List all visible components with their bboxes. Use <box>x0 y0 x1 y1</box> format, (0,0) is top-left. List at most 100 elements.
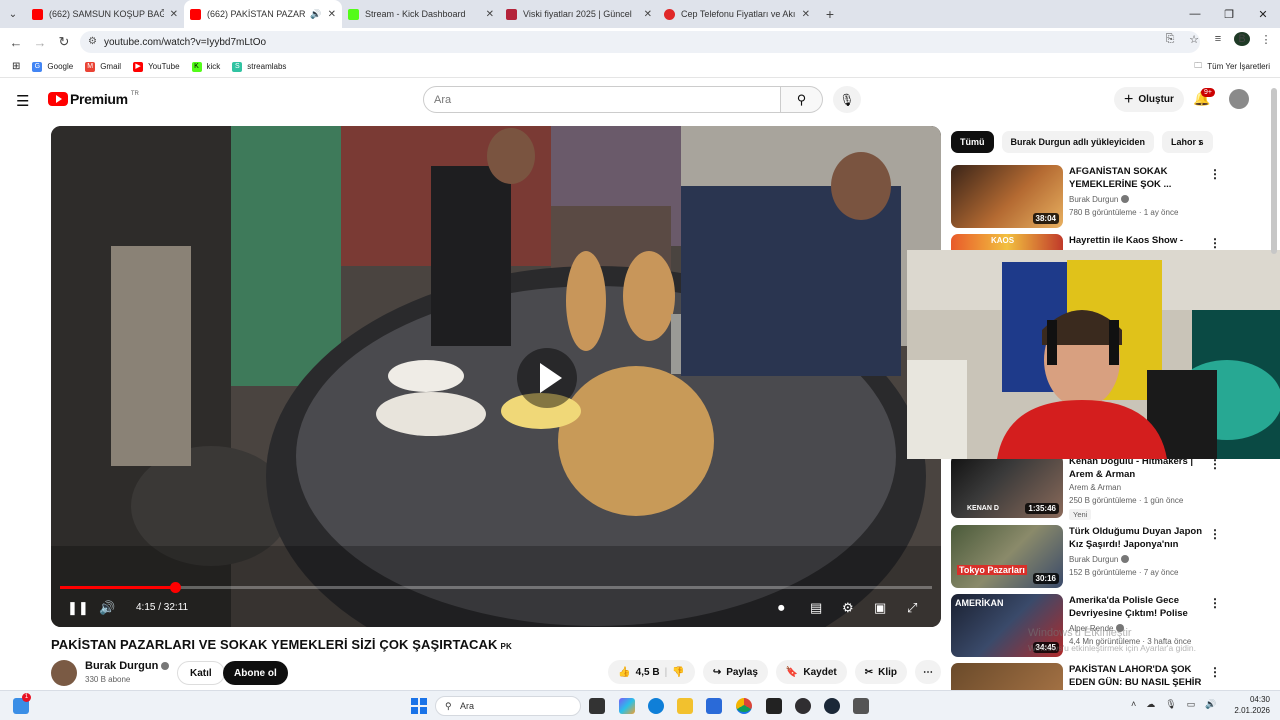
join-button[interactable]: Katıl <box>177 661 225 685</box>
create-button[interactable]: + Oluştur <box>1114 87 1184 112</box>
browser-menu-icon[interactable]: ⋮ <box>1258 33 1274 46</box>
task-view-icon[interactable] <box>589 698 605 714</box>
recommendation-item[interactable]: KENAN D 1:35:46 Kenan Doğulu - Hitmakers … <box>951 455 1271 520</box>
reload-icon[interactable]: ↻ <box>52 34 76 50</box>
video-thumbnail[interactable]: Tokyo Pazarları 30:16 <box>951 525 1063 588</box>
steam-icon[interactable] <box>824 698 840 714</box>
voice-search-button[interactable]: 🎙 <box>833 86 861 113</box>
taskbar-search[interactable]: ⚲ Ara <box>435 696 581 716</box>
chip-lahore[interactable]: Lahor s <box>1162 131 1213 153</box>
more-options-icon[interactable]: ⋮ <box>1209 236 1221 250</box>
video-thumbnail[interactable] <box>951 663 1063 690</box>
guide-menu-icon[interactable]: ☰ <box>16 92 29 110</box>
pause-icon[interactable]: ❚❚ <box>67 600 89 616</box>
channel-name[interactable]: Burak Durgun <box>85 660 170 672</box>
thumbs-down-icon[interactable]: 👎 <box>672 667 684 678</box>
store-icon[interactable] <box>706 698 722 714</box>
rec-title[interactable]: Türk Olduğumu Duyan Japon Kız Şaşırdı! J… <box>1069 525 1203 552</box>
windows-start-icon[interactable] <box>411 698 427 714</box>
video-thumbnail[interactable]: 38:04 <box>951 165 1063 228</box>
bookmark-youtube[interactable]: ▶ YouTube <box>133 61 180 72</box>
more-actions-button[interactable]: ⋯ <box>915 660 941 684</box>
rec-title[interactable]: PAKİSTAN LAHOR'DA ŞOK EDEN GÜN: BU NASIL… <box>1069 663 1203 690</box>
obs-icon[interactable] <box>795 698 811 714</box>
rec-title[interactable]: AFGANİSTAN SOKAK YEMEKLERİNE ŞOK ... <box>1069 165 1203 191</box>
autoplay-toggle-icon[interactable]: ⏺ <box>778 600 785 616</box>
progress-bar[interactable] <box>60 582 932 593</box>
rec-channel[interactable]: Burak Durgun <box>1069 555 1130 564</box>
clip-button[interactable]: ✂ Klip <box>854 660 907 684</box>
calculator-icon[interactable] <box>853 698 869 714</box>
more-options-icon[interactable]: ⋮ <box>1209 596 1221 610</box>
apps-icon[interactable]: ⊞ <box>12 61 20 72</box>
install-icon[interactable]: ⎘ <box>1162 33 1178 46</box>
recommendation-item[interactable]: 38:04 AFGANİSTAN SOKAK YEMEKLERİNE ŞOK .… <box>951 165 1271 229</box>
epic-games-icon[interactable] <box>766 698 782 714</box>
url-field[interactable]: ⚙ youtube.com/watch?v=Iyybd7mLtOo <box>80 31 1200 53</box>
page-scrollbar[interactable] <box>1271 88 1277 254</box>
bookmark-star-icon[interactable]: ☆ <box>1186 33 1202 46</box>
browser-tab[interactable]: Viski fiyatları 2025 | Güncel ✕ <box>500 0 658 28</box>
minimize-icon[interactable]: — <box>1178 0 1212 28</box>
rec-title[interactable]: Hayrettin ile Kaos Show - <box>1069 234 1203 247</box>
clock[interactable]: 04:30 2.01.2026 <box>1234 694 1270 716</box>
close-tab-icon[interactable]: ✕ <box>170 9 178 20</box>
close-tab-icon[interactable]: ✕ <box>486 9 494 20</box>
more-options-icon[interactable]: ⋮ <box>1209 665 1221 679</box>
close-window-icon[interactable]: ✕ <box>1246 0 1280 28</box>
copilot-icon[interactable] <box>619 698 635 714</box>
rec-channel[interactable]: Arem & Arman <box>1069 483 1121 492</box>
save-button[interactable]: 🔖 Kaydet <box>775 660 847 684</box>
new-tab-button[interactable]: + <box>816 6 844 22</box>
speaker-icon[interactable]: 🔊 <box>310 9 321 20</box>
display-icon[interactable]: ▭ <box>1187 699 1196 710</box>
browser-tab-active[interactable]: (662) PAKİSTAN PAZARLARI 🔊 ✕ <box>184 0 342 28</box>
edge-icon[interactable] <box>648 698 664 714</box>
close-tab-icon[interactable]: ✕ <box>644 9 652 20</box>
close-tab-icon[interactable]: ✕ <box>802 9 810 20</box>
chevron-up-icon[interactable]: ˄ <box>1131 699 1136 710</box>
browser-tab[interactable]: Cep Telefonu Fiyatları ve Akıllı T ✕ <box>658 0 816 28</box>
recommendation-item[interactable]: KAOS Hayrettin ile Kaos Show - ⋮ <box>951 234 1271 250</box>
search-input[interactable]: Ara <box>423 86 781 113</box>
media-control-icon[interactable]: ≡ <box>1210 33 1226 45</box>
site-info-icon[interactable]: ⚙ <box>88 36 97 47</box>
video-thumbnail[interactable]: KAOS <box>951 234 1063 250</box>
channel-avatar[interactable] <box>51 660 77 686</box>
profile-avatar[interactable]: B <box>1234 32 1250 46</box>
bookmark-kick[interactable]: Kkick <box>191 61 220 72</box>
recommendation-item[interactable]: PAKİSTAN LAHOR'DA ŞOK EDEN GÜN: BU NASIL… <box>951 663 1271 690</box>
bookmark-google[interactable]: G Google <box>32 61 73 72</box>
more-options-icon[interactable]: ⋮ <box>1209 527 1221 541</box>
more-options-icon[interactable]: ⋮ <box>1209 167 1221 181</box>
chip-all[interactable]: Tümü <box>951 131 994 153</box>
file-explorer-icon[interactable] <box>677 698 693 714</box>
video-thumbnail[interactable]: KENAN D 1:35:46 <box>951 455 1063 518</box>
big-play-icon[interactable] <box>517 348 577 408</box>
back-icon[interactable]: ← <box>4 35 28 50</box>
miniplayer-icon[interactable]: ▣ <box>874 600 886 616</box>
recommendation-item[interactable]: Tokyo Pazarları 30:16 Türk Olduğumu Duyan… <box>951 525 1271 589</box>
bookmark-streamlabs[interactable]: Sstreamlabs <box>232 61 286 72</box>
volume-icon[interactable]: 🔊 <box>99 600 115 616</box>
browser-tab[interactable]: (662) SAMSUN KOŞUP BAĞIRAN ✕ <box>26 0 184 28</box>
youtube-logo[interactable]: Premium TR <box>48 91 139 107</box>
more-options-icon[interactable]: ⋮ <box>1209 457 1221 471</box>
tab-search-button[interactable]: ⌄ <box>0 0 26 28</box>
bookmark-gmail[interactable]: M Gmail <box>85 61 121 72</box>
restore-icon[interactable]: ❐ <box>1212 0 1246 28</box>
subscribe-button[interactable]: Abone ol <box>223 661 288 685</box>
video-player[interactable]: ❚❚ 🔊 4:15 / 32:11 ⏺ ▤ ⚙ ▣ ⤢ <box>51 126 941 627</box>
fullscreen-icon[interactable]: ⤢ <box>907 600 917 616</box>
chrome-icon[interactable] <box>736 698 752 714</box>
share-button[interactable]: ↪ Paylaş <box>702 660 768 684</box>
search-button[interactable]: ⚲ <box>781 86 823 113</box>
forward-icon[interactable]: → <box>28 35 52 50</box>
chevron-right-icon[interactable]: › <box>1198 135 1202 149</box>
rec-title[interactable]: Amerika'da Polisle Gece Devriyesine Çıkt… <box>1069 594 1203 621</box>
like-button[interactable]: 👍 4,5 B | 👎 <box>608 660 695 684</box>
chip-from-uploader[interactable]: Burak Durgun adlı yükleyiciden <box>1001 131 1155 153</box>
account-avatar[interactable] <box>1229 89 1249 109</box>
rec-channel[interactable]: Burak Durgun <box>1069 195 1130 204</box>
subtitles-icon[interactable]: ▤ <box>810 600 822 616</box>
